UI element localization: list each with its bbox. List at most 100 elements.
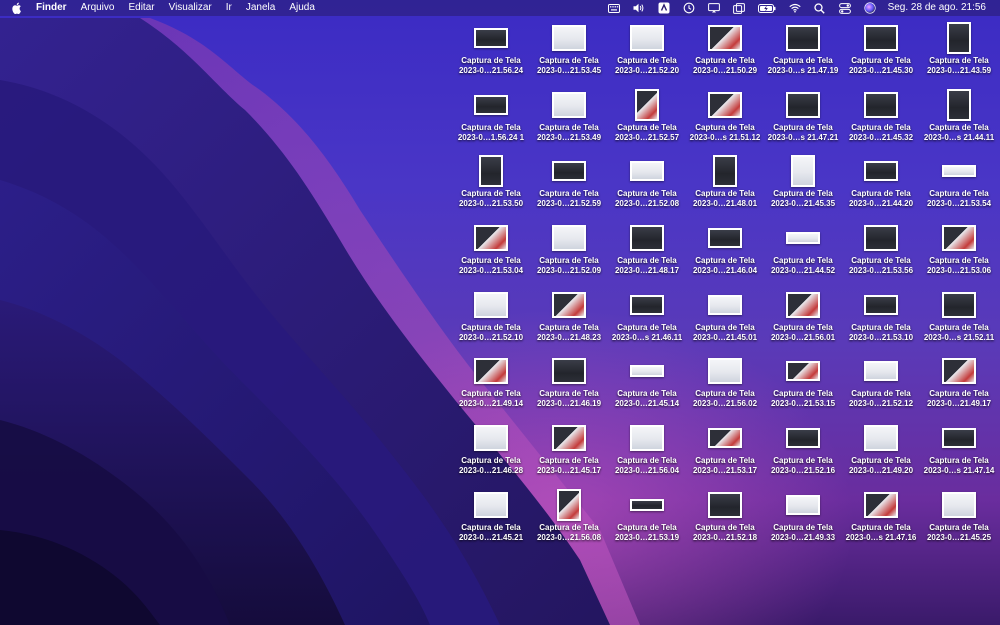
file-thumbnail[interactable] [630,161,664,182]
file-name-line[interactable]: Captura de Tela [929,189,988,199]
file-name-line[interactable]: Captura de Tela [617,323,676,333]
desktop-file[interactable]: Captura de Tela 2023-0…21.53.49 [530,89,608,156]
file-thumbnail[interactable] [708,428,742,449]
file-name-line[interactable]: Captura de Tela [461,389,520,399]
file-thumbnail[interactable] [630,294,664,315]
file-timestamp-line[interactable]: 2023-0…21.53.56 [849,266,913,276]
file-thumbnail[interactable] [942,491,976,518]
file-name-line[interactable]: Captura de Tela [617,56,676,66]
file-thumbnail[interactable] [708,228,742,249]
file-name-line[interactable]: Captura de Tela [773,123,832,133]
file-name-line[interactable]: Captura de Tela [773,389,832,399]
file-thumbnail[interactable] [552,358,586,385]
file-thumbnail[interactable] [630,225,664,252]
file-thumbnail[interactable] [630,25,664,51]
file-name-line[interactable]: Captura de Tela [929,256,988,266]
file-name-line[interactable]: Captura de Tela [539,189,598,199]
file-name-line[interactable]: Captura de Tela [539,389,598,399]
file-name-line[interactable]: Captura de Tela [695,189,754,199]
menu-arquivo[interactable]: Arquivo [81,0,115,16]
file-timestamp-line[interactable]: 2023-0…21.49.14 [459,399,523,409]
wifi-icon[interactable] [788,2,801,14]
file-timestamp-line[interactable]: 2023-0…21.52.08 [615,199,679,209]
file-name-line[interactable]: Captura de Tela [851,256,910,266]
desktop-file[interactable]: Captura de Tela 2023-0…21.49.33 [764,489,842,556]
file-name-line[interactable]: Captura de Tela [695,523,754,533]
file-thumbnail[interactable] [791,155,815,188]
file-timestamp-line[interactable]: 2023-0…21.46.28 [459,466,523,476]
volume-icon[interactable] [633,2,645,14]
desktop-file[interactable]: Captura de Tela 2023-0…21.45.25 [920,489,998,556]
file-name-line[interactable]: Captura de Tela [851,189,910,199]
desktop-file[interactable]: Captura de Tela 2023-0…21.52.12 [842,355,920,422]
desktop-file[interactable]: Captura de Tela 2023-0…21.45.30 [842,22,920,89]
file-timestamp-line[interactable]: 2023-0…21.45.17 [537,466,601,476]
desktop-file[interactable]: Captura de Tela 2023-0…s 21.47.21 [764,89,842,156]
file-name-line[interactable]: Captura de Tela [461,256,520,266]
file-name-line[interactable]: Captura de Tela [461,56,520,66]
spotlight-search-icon[interactable] [814,2,826,14]
desktop-file[interactable]: Captura de Tela 2023-0…21.43.59 [920,22,998,89]
file-thumbnail[interactable] [942,291,976,318]
file-thumbnail[interactable] [474,291,508,318]
file-thumbnail[interactable] [474,94,508,115]
file-timestamp-line[interactable]: 2023-0…21.45.35 [771,199,835,209]
file-thumbnail[interactable] [786,494,820,515]
menu-editar[interactable]: Editar [128,0,154,16]
file-thumbnail[interactable] [630,498,664,511]
file-timestamp-line[interactable]: 2023-0…s 21.44.11 [924,133,994,143]
file-thumbnail[interactable] [864,294,898,315]
file-name-line[interactable]: Captura de Tela [929,323,988,333]
file-name-line[interactable]: Captura de Tela [695,389,754,399]
file-timestamp-line[interactable]: 2023-0…21.48.01 [693,199,757,209]
desktop-file[interactable]: Captura de Tela 2023-0…21.52.59 [530,155,608,222]
file-timestamp-line[interactable]: 2023-0…21.56.24 [459,66,523,76]
screen-mirroring-icon[interactable] [707,2,720,14]
file-thumbnail[interactable] [630,425,664,452]
desktop-file[interactable]: Captura de Tela 2023-0…21.52.16 [764,422,842,489]
file-thumbnail[interactable] [942,165,976,178]
desktop-file[interactable]: Captura de Tela 2023-0…21.53.17 [686,422,764,489]
file-thumbnail[interactable] [786,91,820,118]
desktop-file[interactable]: Captura de Tela 2023-0…s 21.51.12 [686,89,764,156]
file-thumbnail[interactable] [708,294,742,315]
file-timestamp-line[interactable]: 2023-0…21.46.19 [537,399,601,409]
file-name-line[interactable]: Captura de Tela [851,389,910,399]
desktop-file[interactable]: Captura de Tela 2023-0…21.52.57 [608,88,686,156]
file-timestamp-line[interactable]: 2023-0…1.56.24 1 [458,133,524,143]
file-timestamp-line[interactable]: 2023-0…21.53.19 [615,533,679,543]
file-thumbnail[interactable] [786,361,820,382]
file-thumbnail[interactable] [942,358,976,385]
siri-icon[interactable] [863,2,876,14]
file-thumbnail[interactable] [474,225,508,252]
file-timestamp-line[interactable]: 2023-0…21.49.33 [771,533,835,543]
file-timestamp-line[interactable]: 2023-0…21.53.10 [849,333,913,343]
battery-charging-icon[interactable] [757,2,776,14]
file-thumbnail[interactable] [552,161,586,182]
desktop-file[interactable]: Captura de Tela 2023-0…21.45.14 [608,355,686,422]
file-timestamp-line[interactable]: 2023-0…s 21.47.21 [768,133,839,143]
desktop-file[interactable]: Captura de Tela 2023-0…21.53.56 [842,222,920,289]
desktop-file[interactable]: Captura de Tela 2023-0…21.48.23 [530,289,608,356]
file-timestamp-line[interactable]: 2023-0…s 21.47.19 [768,66,839,76]
file-timestamp-line[interactable]: 2023-0…21.45.21 [459,533,523,543]
desktop-file[interactable]: Captura de Tela 2023-0…s 21.46.11 [608,289,686,356]
file-name-line[interactable]: Captura de Tela [617,256,676,266]
desktop-file[interactable]: Captura de Tela 2023-0…1.56.24 1 [452,89,530,156]
file-thumbnail[interactable] [708,91,742,118]
file-thumbnail[interactable] [713,155,737,188]
desktop-file[interactable]: Captura de Tela 2023-0…21.52.20 [608,22,686,89]
file-thumbnail[interactable] [947,88,971,121]
file-thumbnail[interactable] [708,491,742,518]
file-name-line[interactable]: Captura de Tela [617,389,676,399]
file-thumbnail[interactable] [635,88,659,121]
file-timestamp-line[interactable]: 2023-0…21.53.49 [537,133,601,143]
desktop-file[interactable]: Captura de Tela 2023-0…21.45.01 [686,289,764,356]
desktop-file[interactable]: Captura de Tela 2023-0…s 21.47.14 [920,422,998,489]
file-thumbnail[interactable] [864,361,898,382]
file-timestamp-line[interactable]: 2023-0…21.52.09 [537,266,601,276]
file-thumbnail[interactable] [864,425,898,452]
desktop-file[interactable]: Captura de Tela 2023-0…21.52.08 [608,155,686,222]
file-name-line[interactable]: Captura de Tela [539,56,598,66]
file-name-line[interactable]: Captura de Tela [539,323,598,333]
